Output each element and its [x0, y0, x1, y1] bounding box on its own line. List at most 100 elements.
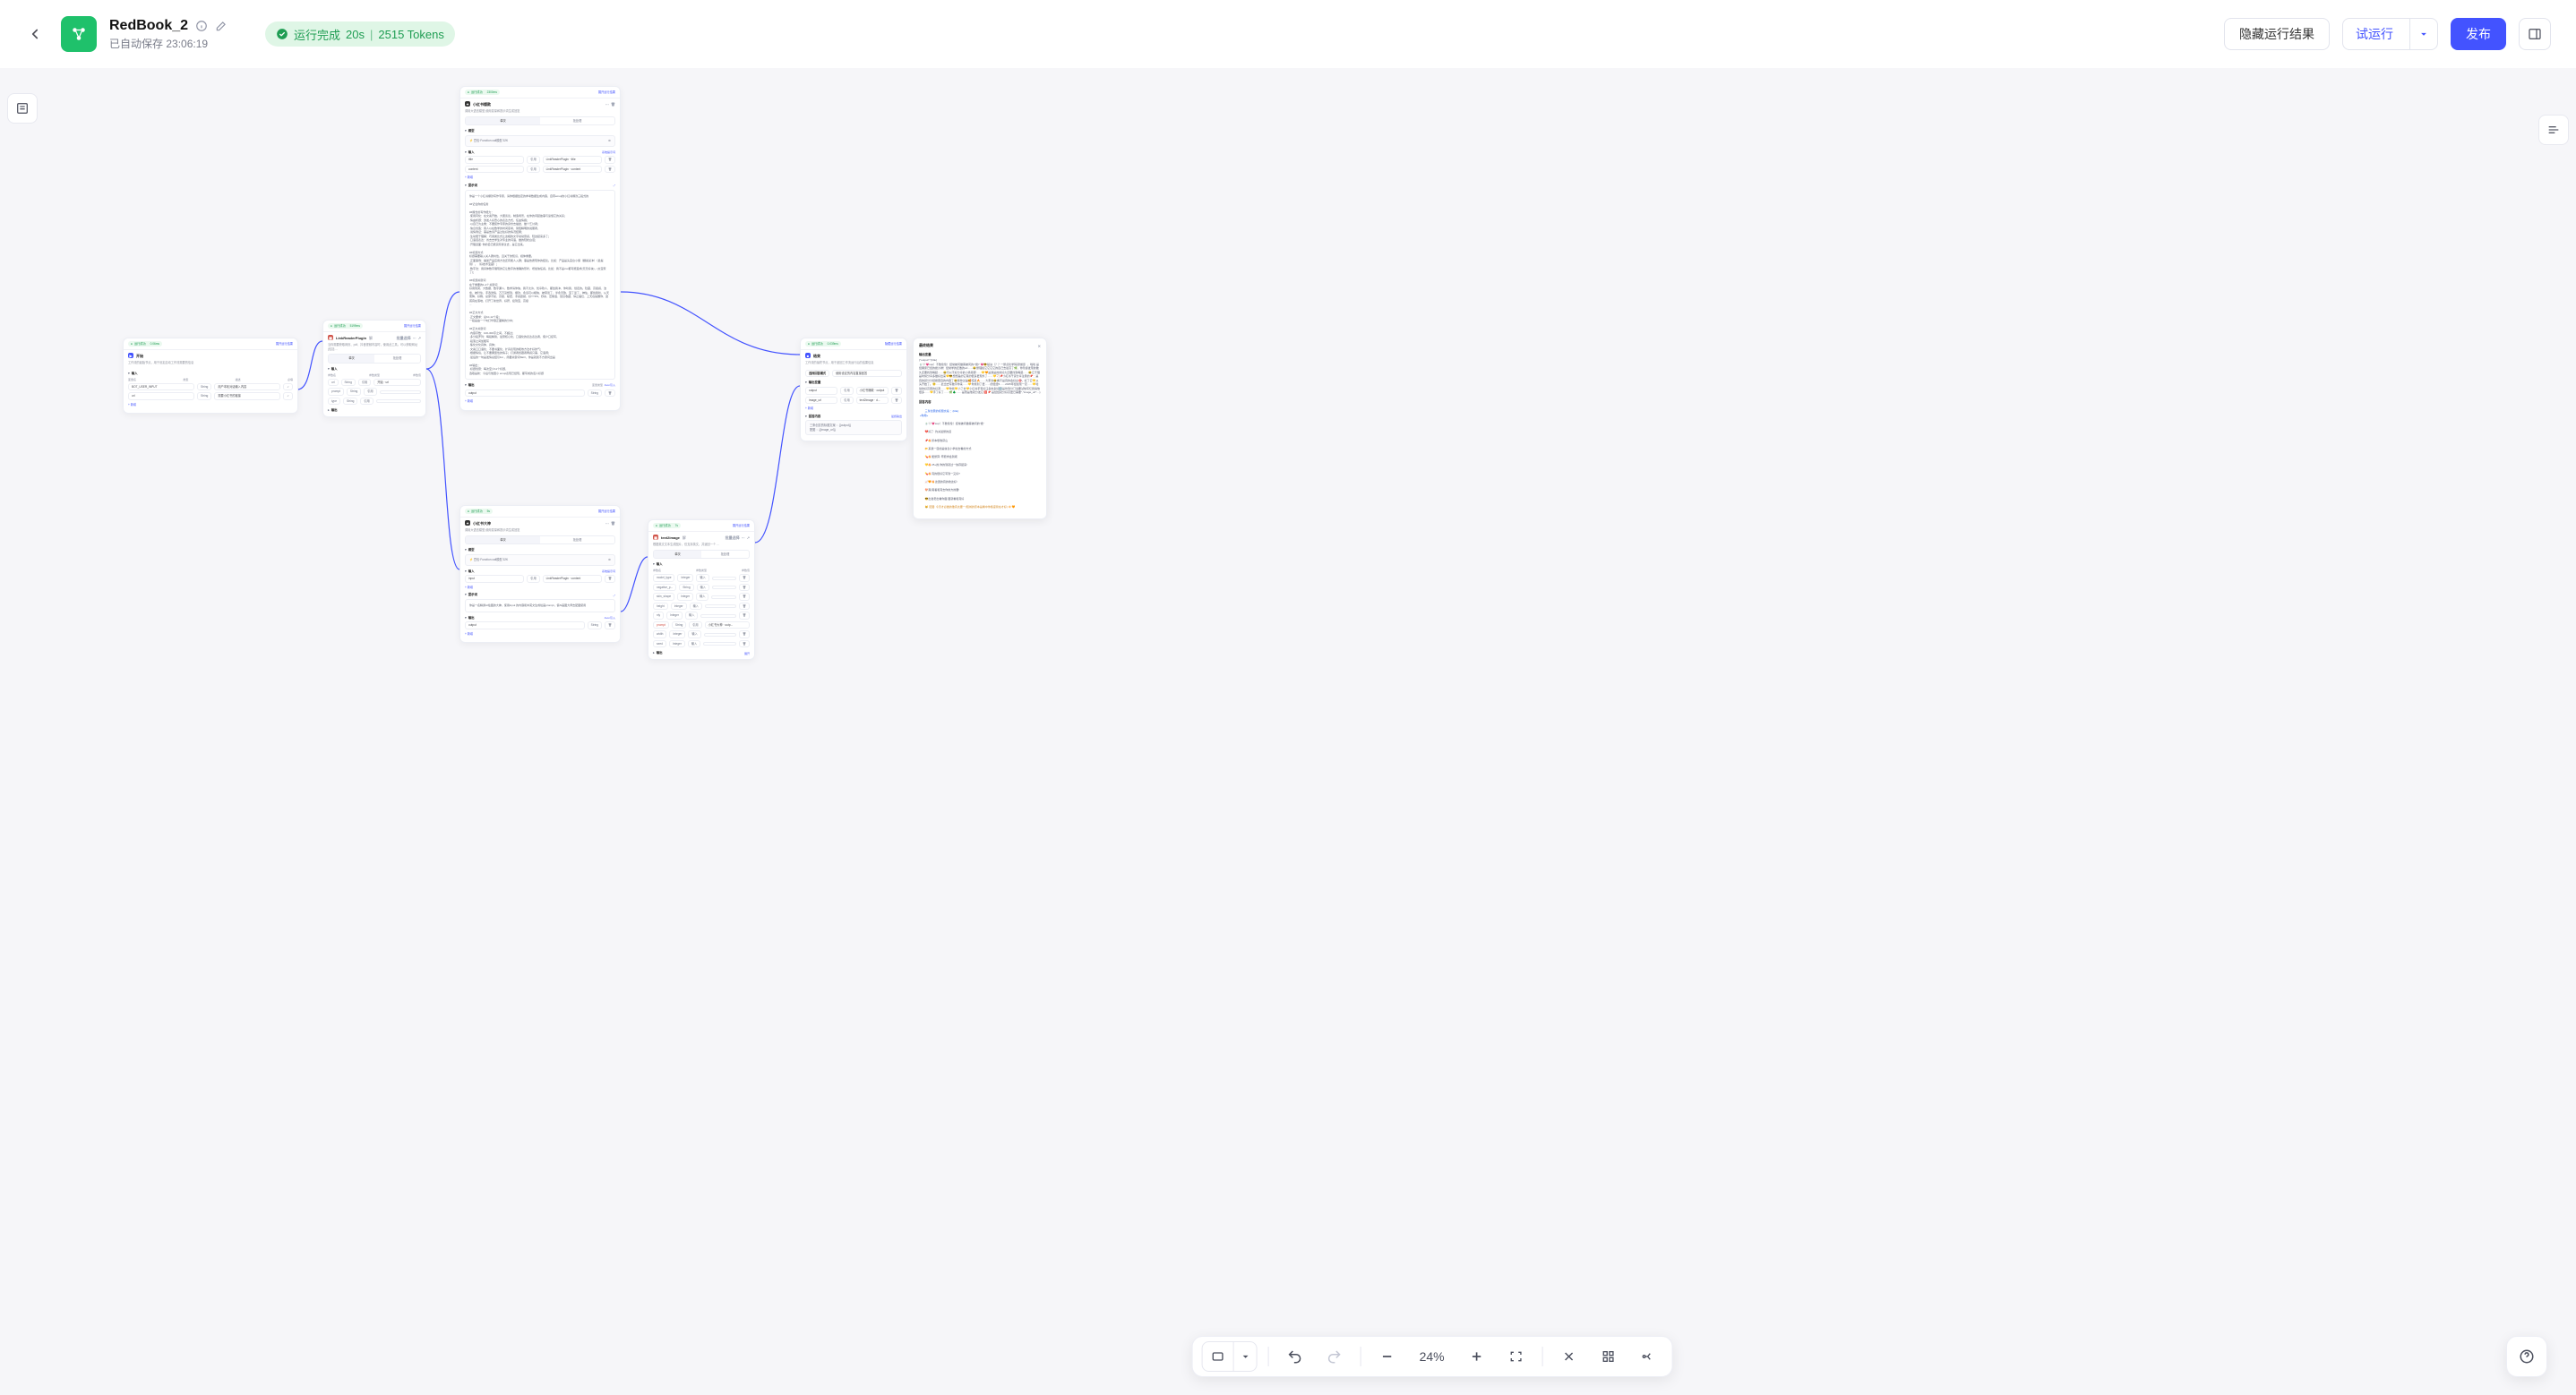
zoom-in-button[interactable] [1462, 1341, 1492, 1372]
zoom-level: 24% [1412, 1349, 1453, 1364]
workflow-title: RedBook_2 [109, 18, 188, 34]
cursor-mode-dropdown[interactable] [1233, 1341, 1257, 1372]
workflow-icon [61, 16, 97, 52]
info-icon[interactable] [195, 20, 208, 32]
expand-result-link[interactable]: 展开运行结果 [276, 342, 293, 346]
add-param-button[interactable]: + 新增 [465, 586, 615, 589]
add-param-button[interactable]: + 新增 [128, 403, 293, 407]
param-row[interactable]: title引用LinkReaderPlugin · title🗑 [465, 156, 615, 163]
zoom-out-button[interactable] [1372, 1341, 1403, 1372]
node-description: 根据英文文本生成图片，仅支持英文，并返回一个 ... [648, 543, 754, 549]
param-row[interactable]: urlString需要小红书的链接✓ [128, 392, 293, 399]
param-row[interactable]: BOT_USER_INPUTString用户本轮对话输入内容✓ [128, 383, 293, 390]
node-end[interactable]: ● 运行成功 0.039ms 隐藏运行结果 ■结束 工作流的最终节点，用于返回工… [800, 338, 907, 441]
node-status: ● 运行成功 5s [465, 509, 493, 514]
node-description: 当你需要获取网页、pdf、抖音视频内容时，使用此工具。可以获取网址(包括 ... [323, 343, 425, 354]
expand-result-link[interactable]: 展开运行结果 [404, 324, 421, 328]
trial-run-dropdown[interactable] [2409, 19, 2437, 49]
auto-layout-button[interactable] [1633, 1341, 1663, 1372]
node-menu[interactable]: ⋯ [605, 521, 609, 526]
node-status: ● 运行成功 0.039ms [805, 341, 841, 347]
redo-button[interactable] [1319, 1341, 1350, 1372]
param-row[interactable]: image_url引用text2image · d...🗑 [805, 397, 902, 404]
node-description: 调用大语言模型,使用变量和提示词生成回复 [460, 528, 620, 535]
node-llm-artist[interactable]: ● 运行成功 5s 展开运行结果 ✦小红书大神⋯🗑 调用大语言模型,使用变量和提… [459, 505, 621, 643]
batch-select[interactable]: 批量选择 [726, 535, 740, 541]
param-row[interactable]: widthInteger输入🗑 [653, 630, 750, 638]
add-param-button[interactable]: + 新增 [465, 175, 615, 179]
add-param-button[interactable]: + 新增 [805, 407, 902, 410]
cursor-mode-icon[interactable] [1203, 1341, 1233, 1372]
node-link[interactable]: ↗ [747, 535, 750, 541]
param-row[interactable]: seedInteger输入🗑 [653, 640, 750, 647]
undo-button[interactable] [1280, 1341, 1310, 1372]
param-row[interactable]: typeString引用 [328, 398, 421, 405]
node-panel-toggle[interactable] [7, 93, 38, 124]
node-linkreader-plugin[interactable]: ● 运行成功 5199ms 展开运行结果 ▦LinkReaderPlugin解批… [322, 320, 426, 417]
model-selector[interactable]: ⚡ 豆包·Function call模型 32K⚙ [465, 554, 615, 565]
param-row[interactable]: input引用LinkReaderPlugin · content🗑 [465, 575, 615, 582]
node-menu[interactable]: ⋯ [742, 535, 745, 541]
model-selector[interactable]: ⚡ 豆包·Function call模型 32K⚙ [465, 135, 615, 146]
node-description: 调用大语言模型,使用变量和提示词生成回复 [460, 109, 620, 116]
node-menu[interactable]: ⋯ [413, 336, 416, 341]
back-button[interactable] [21, 21, 48, 47]
close-fullscreen-button[interactable] [1554, 1341, 1584, 1372]
connection-wires [0, 68, 2576, 1395]
run-status-chip: 运行完成 20s | 2515 Tokens [265, 21, 455, 47]
edit-icon[interactable] [215, 20, 228, 32]
cursor-mode-selector[interactable] [1202, 1341, 1258, 1372]
node-menu[interactable]: ⋯ [605, 102, 609, 107]
help-button[interactable] [2506, 1336, 2547, 1377]
node-text2image[interactable]: ● 运行成功 7s 展开运行结果 ▦text2image解批量选择⋯↗ 根据英文… [648, 519, 755, 660]
fit-view-button[interactable] [1501, 1341, 1532, 1372]
prompt-textarea[interactable]: 你是一名精通AI绘图的大神，使用input 的内容和中英文生成绘画prompt，… [465, 599, 615, 612]
node-tabs[interactable]: 单次批处理 [465, 116, 615, 125]
publish-button[interactable]: 发布 [2451, 18, 2506, 50]
node-llm-redbook[interactable]: ● 运行成功 2300ms 展开运行结果 ✦小红书爆款⋯🗑 调用大语言模型,使用… [459, 86, 621, 411]
grid-layout-button[interactable] [1593, 1341, 1624, 1372]
node-description: 工作流的最终节点，用于返回工作流运行后的结果信息 [801, 361, 906, 367]
workflow-canvas[interactable]: ● 运行成功 0.06ms 展开运行结果 ▶开始 工作流的起始节点，用于设定启动… [0, 68, 2576, 1395]
node-delete[interactable]: 🗑 [611, 521, 615, 526]
param-row[interactable]: nlyInteger输入🗑 [653, 612, 750, 619]
output-row[interactable]: outputString🗑 [465, 621, 615, 629]
result-output: {"output":"{title} 🍵🤍💗sup！不数伦伦！经常被问做客被问的… [919, 358, 1041, 395]
hide-result-link[interactable]: 隐藏运行结果 [885, 342, 902, 346]
expand-result-link[interactable]: 展开运行结果 [733, 524, 750, 527]
answer-template[interactable]: 三条创意的标题文案 ：{{output}} 配图 ：{{image_url}} [805, 420, 902, 435]
param-row[interactable]: skin_shapeInteger输入🗑 [653, 593, 750, 600]
panel-toggle-button[interactable] [2519, 18, 2551, 50]
expand-result-link[interactable]: 展开运行结果 [598, 90, 615, 94]
param-row[interactable]: content引用LinkReaderPlugin · content🗑 [465, 166, 615, 173]
output-row[interactable]: outputString🗑 [465, 389, 615, 397]
param-row[interactable]: negative_p...String输入🗑 [653, 584, 750, 591]
param-row[interactable]: urlString引用开始 · url [328, 379, 421, 386]
expand-result-link[interactable]: 展开运行结果 [598, 509, 615, 513]
node-status: ● 运行成功 7s [653, 523, 681, 528]
result-answer: 三条创意的标题文案 ：{title} «你用» 🍵🤍💗sup！不数伦伦！经常被问… [919, 406, 1041, 514]
add-output-button[interactable]: + 新增 [465, 632, 615, 636]
node-status: ● 运行成功 5199ms [328, 323, 363, 329]
align-panel-toggle[interactable] [2538, 115, 2569, 145]
add-output-button[interactable]: + 新增 [465, 399, 615, 403]
prompt-textarea[interactable]: 你是一个小红书爆款写作专家，请你根据给定的参考数据生成内容，自带emoji的小红… [465, 190, 615, 381]
param-row[interactable]: model_typeInteger输入🗑 [653, 574, 750, 581]
canvas-toolbar: 24% [1192, 1336, 1673, 1377]
node-tabs[interactable]: 单次批处理 [653, 550, 750, 559]
hide-result-button[interactable]: 隐藏运行结果 [2224, 18, 2330, 50]
node-link[interactable]: ↗ [418, 336, 421, 341]
param-row[interactable]: promptString引用 [328, 388, 421, 395]
trial-run-button[interactable]: 试运行 [2342, 18, 2438, 50]
node-delete[interactable]: 🗑 [611, 102, 615, 107]
close-icon[interactable]: ✕ [1038, 344, 1041, 348]
node-tabs[interactable]: 单次批处理 [328, 354, 421, 363]
node-status: ● 运行成功 2300ms [465, 90, 500, 95]
batch-select[interactable]: 批量选择 [397, 336, 411, 341]
param-row[interactable]: heightInteger输入🗑 [653, 603, 750, 610]
param-row[interactable]: output引用小红书爆款 · output🗑 [805, 387, 902, 394]
param-row[interactable]: promptString引用小红书大神 · outp... [653, 621, 750, 629]
node-status: ● 运行成功 0.06ms [128, 341, 162, 347]
node-start[interactable]: ● 运行成功 0.06ms 展开运行结果 ▶开始 工作流的起始节点，用于设定启动… [123, 338, 298, 414]
node-tabs[interactable]: 单次批处理 [465, 535, 615, 544]
